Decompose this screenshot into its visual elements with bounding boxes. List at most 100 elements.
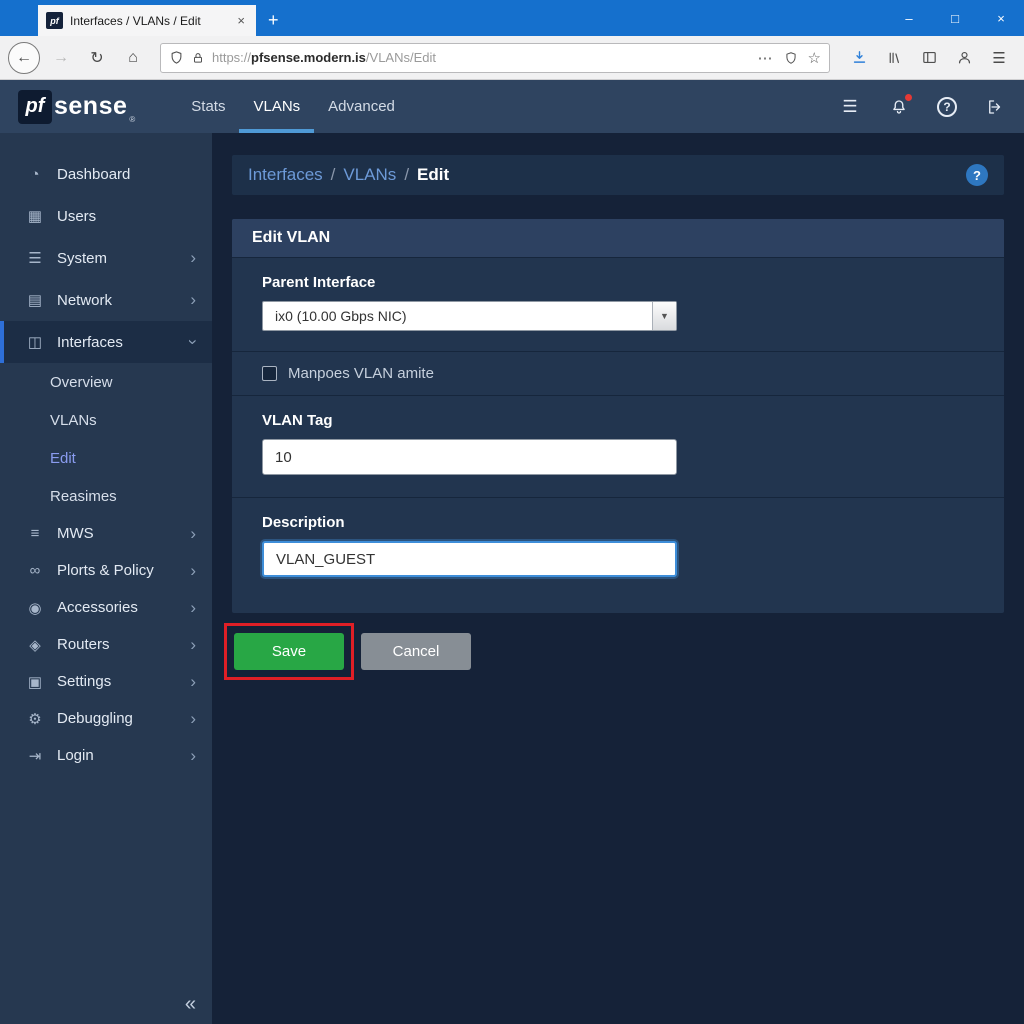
breadcrumb-vlans[interactable]: VLANs bbox=[343, 165, 396, 185]
interfaces-icon: ◫ bbox=[24, 333, 46, 351]
sidebar-label: Routers bbox=[57, 636, 110, 653]
sidebar-item-users[interactable]: ▦ Users bbox=[0, 195, 212, 237]
window-close-button[interactable]: × bbox=[978, 0, 1024, 36]
sidebar-label: System bbox=[57, 250, 107, 267]
browser-tab[interactable]: pf Interfaces / VLANs / Edit × bbox=[38, 5, 256, 36]
parent-interface-select[interactable]: ix0 (10.00 Gbps NIC) ▼ bbox=[262, 301, 677, 331]
sidebar-item-settings[interactable]: ▣ Settings › bbox=[0, 663, 212, 700]
mws-icon: ≡ bbox=[24, 525, 46, 542]
sidebar-item-accessories[interactable]: ◉ Accessories › bbox=[0, 589, 212, 626]
edit-vlan-panel: Edit VLAN Parent Interface ix0 (10.00 Gb… bbox=[232, 219, 1004, 613]
maximize-button[interactable]: □ bbox=[932, 0, 978, 36]
sidebar-subitem-vlans[interactable]: VLANs bbox=[0, 401, 212, 439]
vlan-option-row: Manpoes VLAN amite bbox=[232, 351, 1004, 395]
hamburger-menu-icon[interactable]: ☰ bbox=[986, 45, 1012, 71]
sidebar-item-network[interactable]: ▤ Network › bbox=[0, 279, 212, 321]
sidebar-item-debuggling[interactable]: ⚙ Debuggling › bbox=[0, 700, 212, 737]
breadcrumb-interfaces[interactable]: Interfaces bbox=[248, 165, 323, 185]
library-icon[interactable] bbox=[881, 45, 907, 71]
users-icon: ▦ bbox=[24, 207, 46, 225]
url-bar[interactable]: https://pfsense.modern.is/VLANs/Edit ⋯ ☆ bbox=[160, 43, 830, 73]
tracking-protection-shield-icon[interactable] bbox=[169, 50, 184, 65]
sidebar-label: Accessories bbox=[57, 599, 138, 616]
link-icon: ∞ bbox=[24, 562, 46, 579]
chevron-right-icon: › bbox=[190, 561, 196, 581]
sidebar-label: Settings bbox=[57, 673, 111, 690]
chevron-right-icon: › bbox=[190, 248, 196, 268]
permissions-shield-icon[interactable] bbox=[784, 51, 798, 65]
home-button[interactable]: ⌂ bbox=[118, 43, 148, 73]
vlan-tag-input[interactable] bbox=[262, 439, 677, 475]
minimize-button[interactable]: – bbox=[886, 0, 932, 36]
save-button[interactable]: Save bbox=[234, 633, 344, 670]
sidebar-item-routers[interactable]: ◈ Routers › bbox=[0, 626, 212, 663]
bookmark-star-icon[interactable]: ☆ bbox=[808, 49, 821, 67]
sidebar-item-dashboard[interactable]: ◔ Dashboard bbox=[0, 153, 212, 195]
vlan-tag-group: VLAN Tag bbox=[232, 395, 1004, 497]
sidebar-item-login[interactable]: ⇥ Login › bbox=[0, 737, 212, 774]
vlan-option-checkbox[interactable] bbox=[262, 366, 277, 381]
chevron-right-icon: › bbox=[190, 746, 196, 766]
url-text[interactable]: https://pfsense.modern.is/VLANs/Edit bbox=[212, 50, 751, 65]
sidebar-item-plorts-policy[interactable]: ∞ Plorts & Policy › bbox=[0, 552, 212, 589]
sidebar-subitem-edit[interactable]: Edit bbox=[0, 439, 212, 477]
sidebar-label: Network bbox=[57, 292, 112, 309]
parent-interface-group: Parent Interface ix0 (10.00 Gbps NIC) ▼ bbox=[232, 257, 1004, 351]
sidebar-item-system[interactable]: ☰ System › bbox=[0, 237, 212, 279]
page-help-icon[interactable]: ? bbox=[966, 164, 988, 186]
downloads-icon[interactable] bbox=[846, 45, 872, 71]
chevron-right-icon: › bbox=[190, 635, 196, 655]
sidebar-collapse-icon[interactable]: « bbox=[185, 993, 196, 1016]
list-icon[interactable]: ☰ bbox=[839, 96, 861, 118]
description-input[interactable] bbox=[262, 541, 677, 577]
parent-interface-value: ix0 (10.00 Gbps NIC) bbox=[263, 308, 652, 324]
accessories-icon: ◉ bbox=[24, 599, 46, 617]
cancel-button[interactable]: Cancel bbox=[361, 633, 471, 670]
menu-item-vlans[interactable]: VLANs bbox=[239, 80, 314, 133]
sidebar-subitem-reasimes[interactable]: Reasimes bbox=[0, 477, 212, 515]
vlan-tag-label: VLAN Tag bbox=[262, 412, 974, 429]
logout-icon[interactable] bbox=[984, 96, 1006, 118]
reload-button[interactable]: ↻ bbox=[82, 43, 112, 73]
forward-button[interactable]: → bbox=[46, 43, 76, 73]
pfsense-logo[interactable]: pf sense ® bbox=[18, 80, 135, 133]
notifications-bell-icon[interactable] bbox=[888, 96, 910, 118]
main-content: Interfaces / VLANs / Edit ? Edit VLAN Pa… bbox=[212, 133, 1024, 1024]
vlan-option-label: Manpoes VLAN amite bbox=[288, 365, 434, 382]
chevron-right-icon: › bbox=[190, 672, 196, 692]
menu-item-stats[interactable]: Stats bbox=[177, 80, 239, 133]
menu-item-advanced[interactable]: Advanced bbox=[314, 80, 409, 133]
description-label: Description bbox=[262, 514, 974, 531]
sidebar-sublabel: Overview bbox=[50, 374, 113, 391]
sidebar-item-interfaces[interactable]: ◫ Interfaces › bbox=[0, 321, 212, 363]
window-controls: – □ × bbox=[886, 0, 1024, 36]
sidebar: ◔ Dashboard ▦ Users ☰ System › ▤ Network… bbox=[0, 133, 212, 1024]
panel-title: Edit VLAN bbox=[232, 219, 1004, 257]
tab-title: Interfaces / VLANs / Edit bbox=[70, 14, 227, 28]
browser-titlebar: pf Interfaces / VLANs / Edit × + – □ × bbox=[0, 0, 1024, 36]
description-group: Description bbox=[232, 497, 1004, 613]
back-button[interactable]: ← bbox=[8, 42, 40, 74]
navbar-menu: Stats VLANs Advanced bbox=[177, 80, 409, 133]
chevron-right-icon: › bbox=[190, 524, 196, 544]
sidebar-toggle-icon[interactable] bbox=[916, 45, 942, 71]
parent-interface-label: Parent Interface bbox=[262, 274, 974, 291]
sidebar-label: Plorts & Policy bbox=[57, 562, 154, 579]
gear-icon: ⚙ bbox=[24, 710, 46, 728]
chevron-right-icon: › bbox=[190, 290, 196, 310]
page-actions-icon[interactable]: ⋯ bbox=[758, 49, 774, 67]
network-icon: ▤ bbox=[24, 291, 46, 309]
routers-icon: ◈ bbox=[24, 636, 46, 654]
sidebar-item-mws[interactable]: ≡ MWS › bbox=[0, 515, 212, 552]
sidebar-label: Login bbox=[57, 747, 94, 764]
sidebar-label: Users bbox=[57, 208, 96, 225]
new-tab-button[interactable]: + bbox=[256, 5, 291, 36]
settings-icon: ▣ bbox=[24, 673, 46, 691]
tab-close-icon[interactable]: × bbox=[234, 13, 248, 28]
dropdown-caret-icon[interactable]: ▼ bbox=[652, 302, 676, 330]
help-icon[interactable]: ? bbox=[937, 97, 957, 117]
sidebar-subitem-overview[interactable]: Overview bbox=[0, 363, 212, 401]
sidebar-label: Debuggling bbox=[57, 710, 133, 727]
sidebar-sublabel: Reasimes bbox=[50, 488, 117, 505]
account-icon[interactable] bbox=[951, 45, 977, 71]
